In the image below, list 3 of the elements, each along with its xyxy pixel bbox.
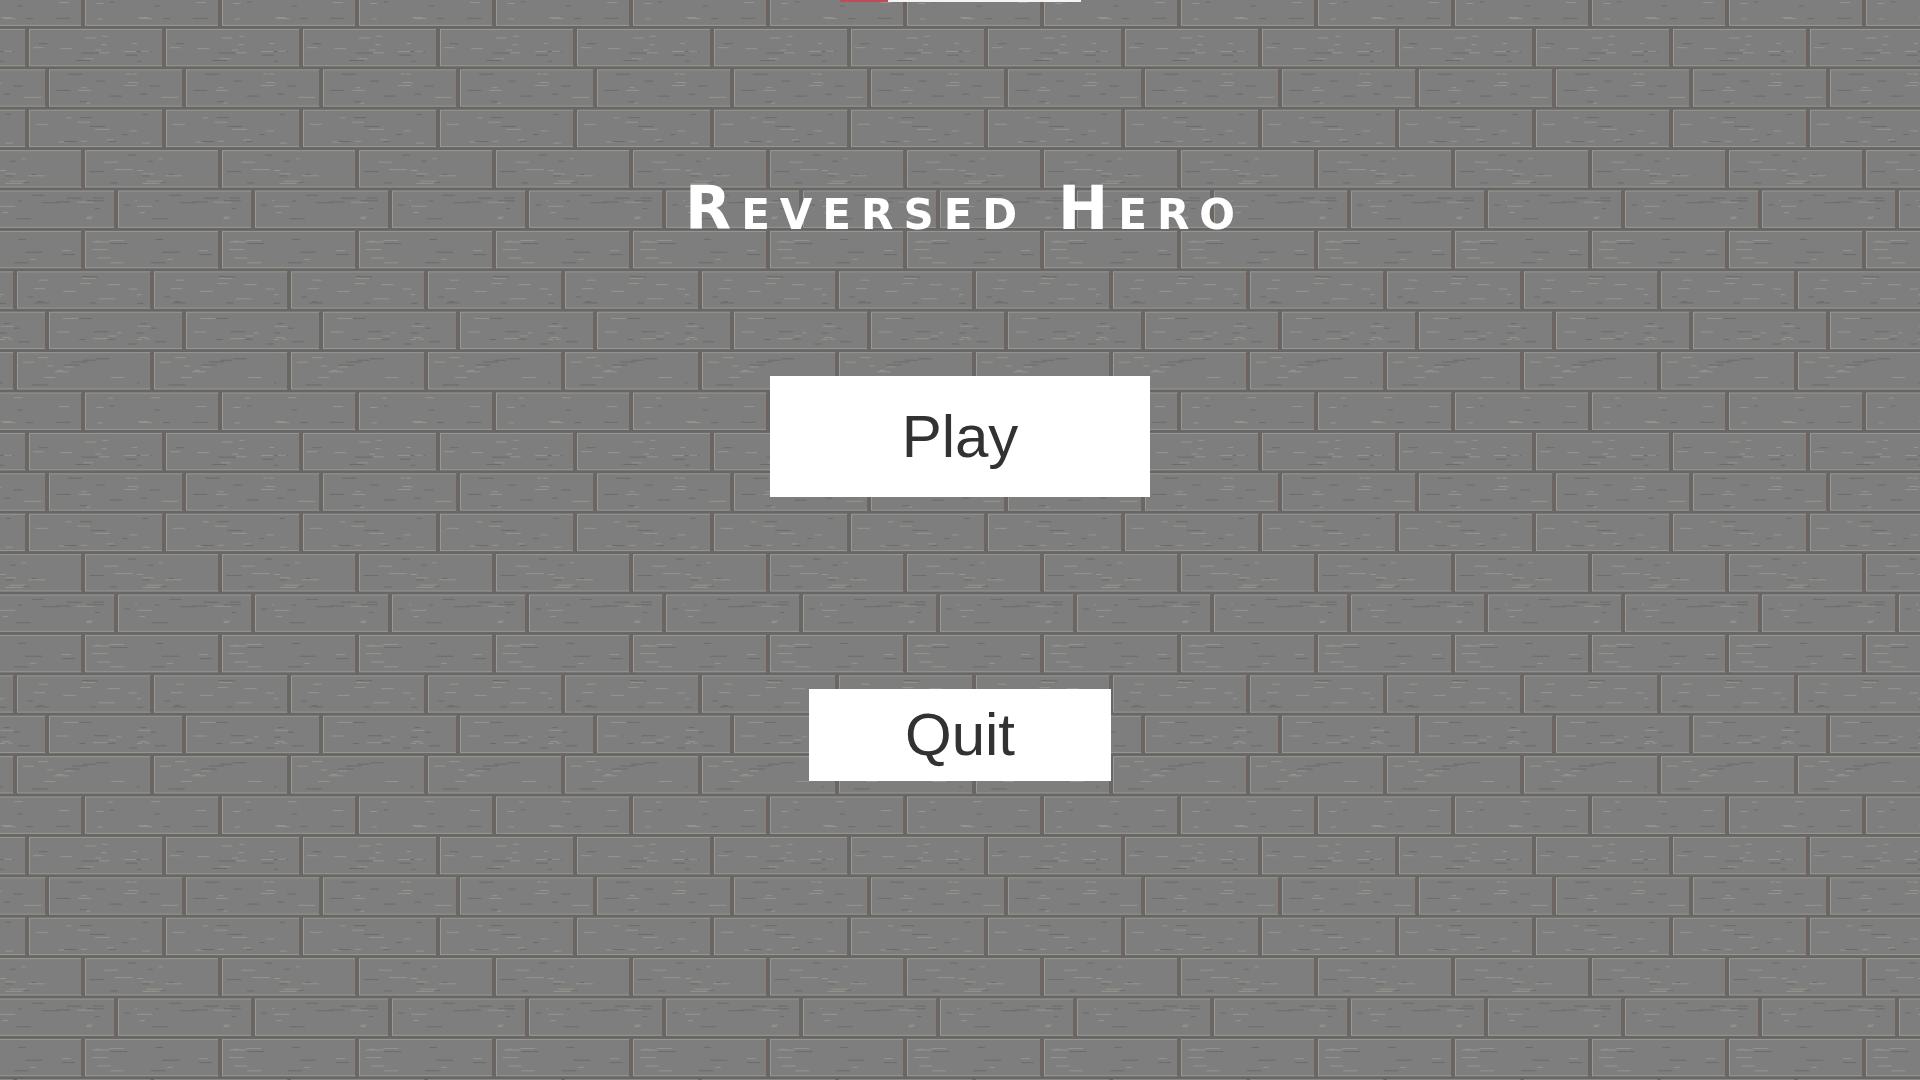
menu-button[interactable]: Quit <box>809 689 1111 781</box>
menu-button[interactable]: Play <box>770 376 1150 497</box>
game-title: Reversed Hero <box>684 173 1246 243</box>
